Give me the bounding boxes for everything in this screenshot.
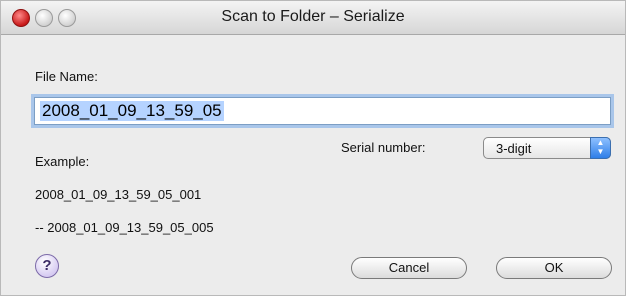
- serial-number-popup[interactable]: 3-digit ▲ ▼: [483, 137, 611, 159]
- serial-number-label: Serial number:: [341, 140, 426, 155]
- example-first: 2008_01_09_13_59_05_001: [35, 187, 202, 202]
- file-name-label: File Name:: [35, 69, 98, 84]
- title-bar[interactable]: Scan to Folder – Serialize: [1, 1, 625, 35]
- updown-arrows-icon[interactable]: ▲ ▼: [590, 137, 611, 159]
- help-icon[interactable]: ?: [35, 254, 59, 278]
- window-title: Scan to Folder – Serialize: [221, 8, 405, 25]
- file-name-value[interactable]: 2008_01_09_13_59_05: [40, 101, 224, 121]
- example-label: Example:: [35, 154, 90, 169]
- cancel-button[interactable]: Cancel: [351, 257, 467, 279]
- serial-number-value: 3-digit: [496, 141, 532, 156]
- dialog-window: Scan to Folder – Serialize File Name: 20…: [0, 0, 626, 296]
- file-name-input[interactable]: 2008_01_09_13_59_05: [34, 97, 611, 125]
- ok-button[interactable]: OK: [496, 257, 612, 279]
- example-last: -- 2008_01_09_13_59_05_005: [35, 220, 214, 235]
